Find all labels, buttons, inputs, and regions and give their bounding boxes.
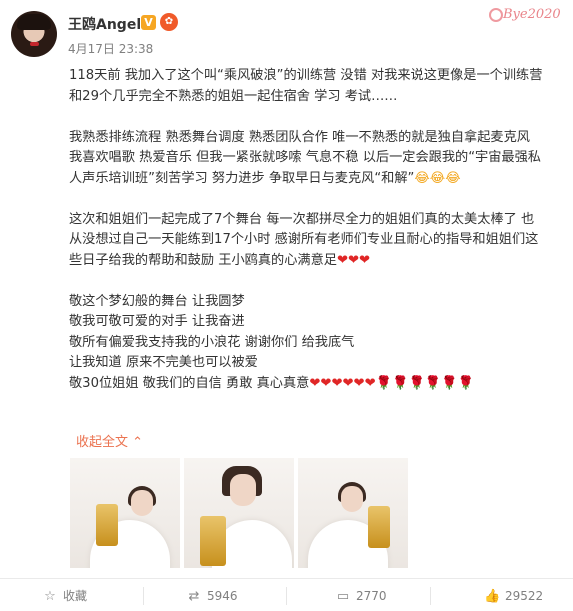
- collapse-text-link[interactable]: 收起全文 ⌃: [76, 431, 143, 450]
- photo-face: [341, 486, 363, 512]
- text-span: 些日子给我的帮助和鼓励 王小鸥真的心满意足: [69, 252, 337, 268]
- post-content: 118天前 我加入了这个叫“乘风破浪”的训练营 没错 对我来说这更像是一个训练营…: [69, 66, 569, 415]
- text-line: 敬所有偏爱我支持我的小浪花 谢谢你们 给我底气: [69, 334, 355, 350]
- repost-button[interactable]: ⇄ 5946: [186, 585, 238, 607]
- like-count: 29522: [505, 589, 544, 603]
- repost-count: 5946: [207, 589, 238, 603]
- text-line: 这次和姐姐们一起完成了7个舞台 每一次都拼尽全力的姐姐们真的太美太棒了 也: [69, 211, 535, 227]
- laugh-emoji-icon: 😂😂😂: [414, 170, 461, 186]
- weibo-post-card: 王鸥Angel V ✿ 4月17日 23:38 Bye2020 118天前 我加…: [0, 0, 573, 611]
- repost-icon: ⇄: [188, 589, 200, 604]
- paragraph-3: 这次和姐姐们一起完成了7个舞台 每一次都拼尽全力的姐姐们真的太美太棒了 也 从没…: [69, 210, 569, 272]
- action-bar-divider: [0, 578, 573, 579]
- photo-trophy: [200, 516, 226, 566]
- post-photo-3[interactable]: [298, 458, 408, 568]
- heart-emoji-icon: ❤❤❤: [336, 252, 371, 268]
- avatar[interactable]: [11, 11, 57, 57]
- text-line-with-emoji: 敬30位姐姐 敬我们的自信 勇敢 真心真意❤❤❤❤❤❤🌹🌹🌹🌹🌹🌹: [69, 374, 569, 395]
- text-line: 我熟悉排练流程 熟悉舞台调度 熟悉团队合作 唯一不熟悉的就是独自拿起麦克风: [69, 129, 530, 145]
- post-photo-1[interactable]: [70, 458, 180, 568]
- thumbs-up-icon: 👍: [484, 589, 501, 604]
- text-line: 敬我可敬可爱的对手 让我奋进: [69, 314, 245, 329]
- watermark-text: Bye2020: [503, 7, 561, 22]
- action-separator: [286, 587, 287, 605]
- text-line: 和29个几乎完全不熟悉的姐姐一起住宿舍 学习 考试……: [69, 88, 398, 104]
- favorite-label: 收藏: [63, 589, 88, 603]
- comment-icon: ▭: [336, 589, 350, 604]
- action-separator: [143, 587, 144, 605]
- post-photo-2[interactable]: [184, 458, 294, 568]
- verified-badge-icon[interactable]: V: [141, 15, 156, 30]
- post-date[interactable]: 4月17日 23:38: [68, 40, 153, 57]
- text-line-with-emoji: 些日子给我的帮助和鼓励 王小鸥真的心满意足❤❤❤: [69, 251, 569, 272]
- text-line-with-emoji: 人声乐培训班”刻苦学习 努力进步 争取早日与麦克风“和解”😂😂😂: [69, 169, 569, 190]
- vip-icon[interactable]: ✿: [160, 13, 178, 31]
- action-separator: [430, 587, 431, 605]
- like-button[interactable]: 👍 29522: [484, 585, 543, 607]
- text-line: 让我知道 原来不完美也可以被爱: [69, 355, 258, 370]
- rose-emoji-icon: 🌹🌹🌹🌹🌹🌹: [375, 375, 475, 391]
- watermark-mark-icon: [489, 8, 503, 22]
- text-span: 人声乐培训班”刻苦学习 努力进步 争取早日与麦克风“和解”: [69, 170, 415, 186]
- text-line: 从没想过自己一天能练到17个小时 感谢所有老师们专业且耐心的指导和姐姐们这: [69, 232, 539, 247]
- comment-button[interactable]: ▭ 2770: [335, 585, 387, 607]
- paragraph-1: 118天前 我加入了这个叫“乘风破浪”的训练营 没错 对我来说这更像是一个训练营…: [69, 66, 569, 107]
- paragraph-4: 敬这个梦幻般的舞台 让我圆梦 敬我可敬可爱的对手 让我奋进 敬所有偏爱我支持我的…: [69, 292, 569, 395]
- heart-emoji-icon: ❤❤❤❤❤❤: [309, 375, 376, 391]
- username-link[interactable]: 王鸥Angel: [68, 14, 141, 34]
- photo-face: [131, 490, 153, 516]
- text-span: 敬30位姐姐 敬我们的自信 勇敢 真心真意: [69, 375, 310, 391]
- text-line: 我喜欢唱歌 热爱音乐 但我一紧张就哆嗦 气息不稳 以后一定会跟我的“宇宙最强私: [69, 150, 541, 165]
- text-line: 118天前 我加入了这个叫“乘风破浪”的训练营 没错 对我来说这更像是一个训练营: [69, 68, 543, 83]
- star-outline-icon: ☆: [44, 589, 56, 604]
- photo-trophy: [368, 506, 390, 548]
- avatar-hair: [17, 14, 51, 30]
- paragraph-2: 我熟悉排练流程 熟悉舞台调度 熟悉团队合作 唯一不熟悉的就是独自拿起麦克风 我喜…: [69, 128, 569, 190]
- favorite-button[interactable]: ☆ 收藏: [42, 585, 87, 607]
- avatar-lips: [30, 42, 39, 46]
- watermark-logo: Bye2020: [489, 4, 565, 30]
- photo-trophy: [96, 504, 118, 546]
- text-line: 敬这个梦幻般的舞台 让我圆梦: [69, 293, 245, 309]
- photo-face: [230, 474, 256, 506]
- comment-count: 2770: [356, 589, 387, 603]
